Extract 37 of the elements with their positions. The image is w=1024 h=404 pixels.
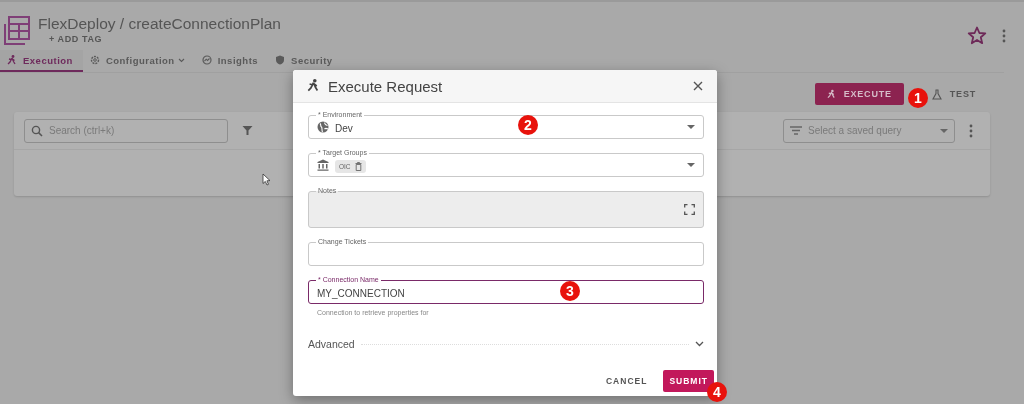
cancel-button[interactable]: CANCEL xyxy=(600,370,654,392)
step-marker: 4 xyxy=(707,382,727,402)
caret-icon xyxy=(940,128,948,133)
gauge-icon xyxy=(201,55,212,65)
filter-icon[interactable] xyxy=(242,125,253,136)
tab[interactable]: Security xyxy=(268,50,343,72)
close-icon[interactable] xyxy=(693,81,703,91)
star-icon[interactable] xyxy=(967,26,987,45)
app-icon xyxy=(3,16,30,46)
chevron-icon[interactable] xyxy=(695,341,704,347)
trash-icon[interactable] xyxy=(354,161,362,171)
caret-icon xyxy=(687,163,695,167)
tab[interactable]: Execution xyxy=(0,50,83,72)
submit-button[interactable]: SUBMIT xyxy=(663,370,714,392)
tab[interactable]: Configuration xyxy=(82,50,195,72)
runner-icon xyxy=(7,54,17,66)
gear-icon xyxy=(89,55,100,65)
tab[interactable]: Insights xyxy=(194,50,269,72)
flask-icon xyxy=(931,88,942,100)
cursor-icon xyxy=(262,173,271,186)
bank-icon xyxy=(317,159,329,171)
lines-icon xyxy=(790,126,802,135)
more-icon[interactable] xyxy=(969,123,973,138)
add-tag-button[interactable]: + ADD TAG xyxy=(49,33,281,45)
search-icon xyxy=(31,124,43,137)
advanced-toggle[interactable]: Advanced xyxy=(308,338,355,350)
test-button[interactable]: TEST xyxy=(929,83,988,105)
execute-button[interactable]: EXECUTE xyxy=(814,83,904,105)
runner-icon xyxy=(826,88,836,100)
more-icon[interactable] xyxy=(1002,29,1006,43)
shield-icon xyxy=(275,55,286,65)
caret-icon xyxy=(687,125,695,129)
step-marker: 1 xyxy=(908,88,928,108)
dialog-title: Execute Request xyxy=(328,77,443,95)
runner-icon xyxy=(307,78,320,94)
page-title: FlexDeploy / createConnectionPlan xyxy=(38,14,281,33)
globe-icon xyxy=(317,121,329,133)
